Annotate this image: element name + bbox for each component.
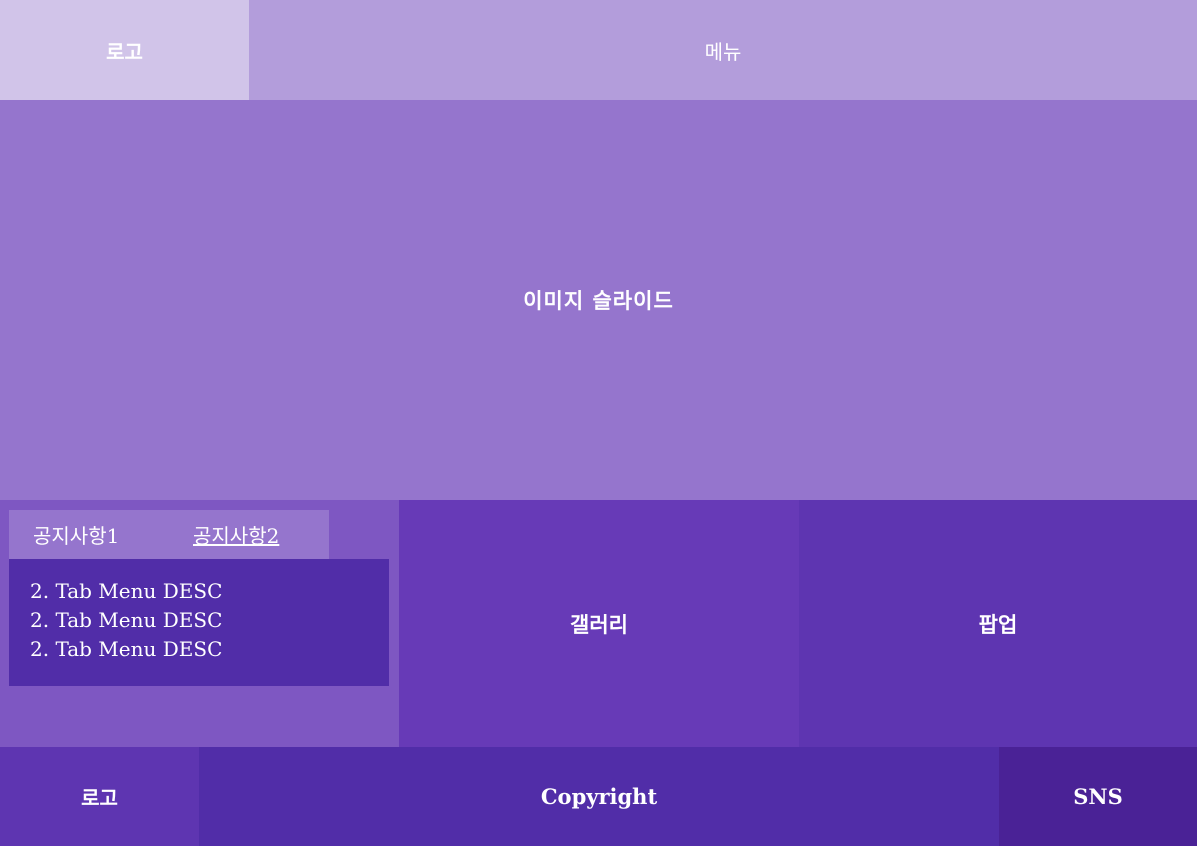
popup[interactable]: 팝업 [799,500,1197,747]
header-logo[interactable]: 로고 [0,0,249,100]
image-slider[interactable]: 이미지 슬라이드 [0,100,1197,500]
list-item[interactable]: 2. Tab Menu DESC [30,635,389,664]
main-menu[interactable]: 메뉴 [249,0,1197,100]
copyright: Copyright [199,747,999,846]
list-item[interactable]: 2. Tab Menu DESC [30,577,389,606]
gallery[interactable]: 갤러리 [399,500,799,747]
tab-notice-2[interactable]: 공지사항2 [193,520,279,549]
footer-logo[interactable]: 로고 [0,747,199,846]
sns-links[interactable]: SNS [999,747,1197,846]
header: 로고 메뉴 [0,0,1197,100]
contents: 공지사항1 공지사항2 2. Tab Menu DESC 2. Tab Menu… [0,500,1197,747]
list-item[interactable]: 2. Tab Menu DESC [30,606,389,635]
tab-notice-1[interactable]: 공지사항1 [33,520,119,549]
notice-tabs: 공지사항1 공지사항2 [9,510,329,559]
footer: 로고 Copyright SNS [0,747,1197,846]
tab-content: 2. Tab Menu DESC 2. Tab Menu DESC 2. Tab… [9,559,389,686]
notice-panel: 공지사항1 공지사항2 2. Tab Menu DESC 2. Tab Menu… [0,500,399,747]
